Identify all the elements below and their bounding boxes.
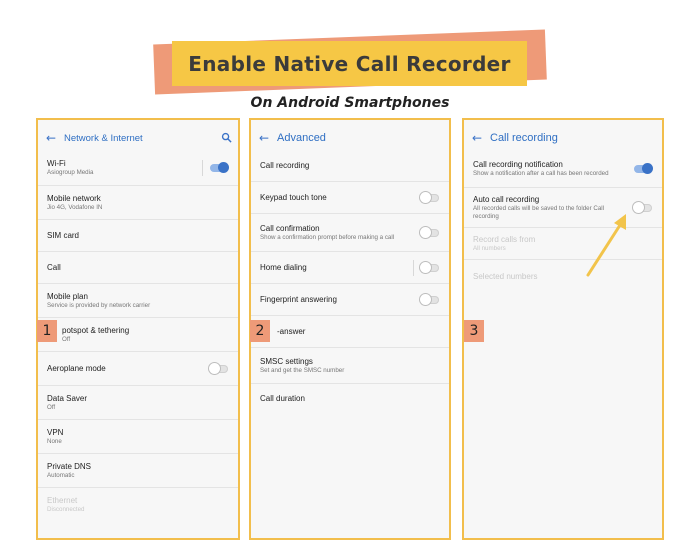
back-arrow-icon[interactable]: ← — [472, 131, 490, 145]
settings-list: Call recording Keypad touch tone Call co… — [251, 150, 449, 414]
list-item-hotspot[interactable]: potspot & tethering Off — [38, 318, 238, 352]
item-subtitle: Disconnected — [47, 506, 85, 513]
network-internet-screen: ← Network & Internet Wi-Fi Asiogroup Med… — [36, 118, 240, 540]
item-subtitle: Jio 4G, Vodafone IN — [47, 203, 103, 211]
item-title: SIM card — [47, 230, 80, 240]
item-title: Call recording notification — [473, 159, 563, 169]
list-item-call-recording[interactable]: Call recording — [251, 150, 449, 182]
list-item-wifi[interactable]: Wi-Fi Asiogroup Media — [38, 150, 238, 186]
divider — [202, 159, 203, 176]
list-item-aeroplane-mode[interactable]: Aeroplane mode — [38, 352, 238, 386]
wifi-toggle[interactable] — [210, 161, 229, 173]
list-item-smsc-settings[interactable]: SMSC settings Set and get the SMSC numbe… — [251, 348, 449, 384]
item-title: Private DNS — [47, 461, 92, 471]
list-item-call-duration[interactable]: Call duration — [251, 384, 449, 414]
item-subtitle: None — [47, 437, 62, 445]
advanced-screen: ← Advanced Call recording Keypad touch t… — [249, 118, 451, 540]
list-item-private-dns[interactable]: Private DNS Automatic — [38, 454, 238, 488]
list-item-mobile-network[interactable]: Mobile network Jio 4G, Vodafone IN — [38, 186, 238, 220]
item-subtitle: Show a confirmation prompt before making… — [260, 233, 395, 241]
search-icon[interactable] — [221, 132, 232, 143]
keypad-tone-toggle[interactable] — [420, 191, 439, 203]
step-badge-3: 3 — [464, 320, 484, 342]
list-item-call-confirmation[interactable]: Call confirmation Show a confirmation pr… — [251, 214, 449, 252]
fingerprint-toggle[interactable] — [420, 293, 439, 305]
item-subtitle: Automatic — [47, 471, 75, 479]
list-item-fingerprint-answering[interactable]: Fingerprint answering — [251, 284, 449, 316]
pointer-arrow-icon — [586, 214, 626, 277]
list-item-auto-answer[interactable]: -answer — [251, 316, 449, 348]
item-title: -answer — [277, 326, 306, 336]
list-item-data-saver[interactable]: Data Saver Off — [38, 386, 238, 420]
home-dialing-toggle[interactable] — [420, 261, 439, 273]
divider — [413, 259, 414, 276]
recording-notification-toggle[interactable] — [634, 162, 653, 174]
list-item-keypad-touch-tone[interactable]: Keypad touch tone — [251, 182, 449, 214]
item-title: Fingerprint answering — [260, 294, 337, 304]
list-item-mobile-plan[interactable]: Mobile plan Service is provided by netwo… — [38, 284, 238, 318]
item-title: Data Saver — [47, 393, 88, 403]
screen-title: Call recording — [490, 132, 558, 144]
item-subtitle: Set and get the SMSC number — [260, 366, 345, 374]
back-arrow-icon[interactable]: ← — [259, 131, 277, 145]
settings-list: Wi-Fi Asiogroup Media Mobile network Jio… — [38, 150, 238, 522]
screen-title: Network & Internet — [64, 132, 143, 144]
item-title: SMSC settings — [260, 356, 313, 366]
item-title: Call confirmation — [260, 223, 320, 233]
title-banner: Enable Native Call Recorder — [172, 41, 527, 86]
item-title: Call — [47, 262, 61, 272]
item-title: potspot & tethering — [62, 325, 130, 335]
back-arrow-icon[interactable]: ← — [46, 131, 64, 145]
item-title: Aeroplane mode — [47, 363, 106, 373]
list-item-ethernet: Ethernet Disconnected — [38, 488, 238, 522]
item-title: Mobile network — [47, 193, 101, 203]
item-title: Keypad touch tone — [260, 192, 327, 202]
aeroplane-toggle[interactable] — [209, 362, 228, 374]
call-recording-screen: ← Call recording Call recording notifica… — [462, 118, 664, 540]
item-subtitle: Off — [47, 403, 56, 411]
page-title: Enable Native Call Recorder — [188, 51, 511, 76]
screen-title: Advanced — [277, 132, 326, 144]
list-item-call[interactable]: Call — [38, 252, 238, 284]
item-subtitle: Show a notification after a call has bee… — [473, 169, 609, 177]
item-title: Call recording — [260, 160, 310, 170]
list-item-recording-notification[interactable]: Call recording notification Show a notif… — [464, 150, 662, 188]
app-bar: ← Call recording — [464, 126, 662, 150]
page-subtitle: On Android Smartphones — [250, 95, 450, 111]
item-title: VPN — [47, 427, 64, 437]
app-bar: ← Advanced — [251, 126, 449, 150]
app-bar: ← Network & Internet — [38, 126, 238, 150]
call-confirmation-toggle[interactable] — [420, 226, 439, 238]
step-badge-2: 2 — [250, 320, 270, 342]
item-subtitle: Off — [62, 335, 71, 343]
list-item-vpn[interactable]: VPN None — [38, 420, 238, 454]
step-badge-1: 1 — [37, 320, 57, 342]
item-subtitle: Service is provided by network carrier — [47, 301, 151, 309]
item-title: Ethernet — [47, 496, 78, 505]
item-title: Call duration — [260, 394, 305, 403]
list-item-sim-card[interactable]: SIM card — [38, 220, 238, 252]
item-title: Mobile plan — [47, 291, 88, 301]
list-item-home-dialing[interactable]: Home dialing — [251, 252, 449, 284]
